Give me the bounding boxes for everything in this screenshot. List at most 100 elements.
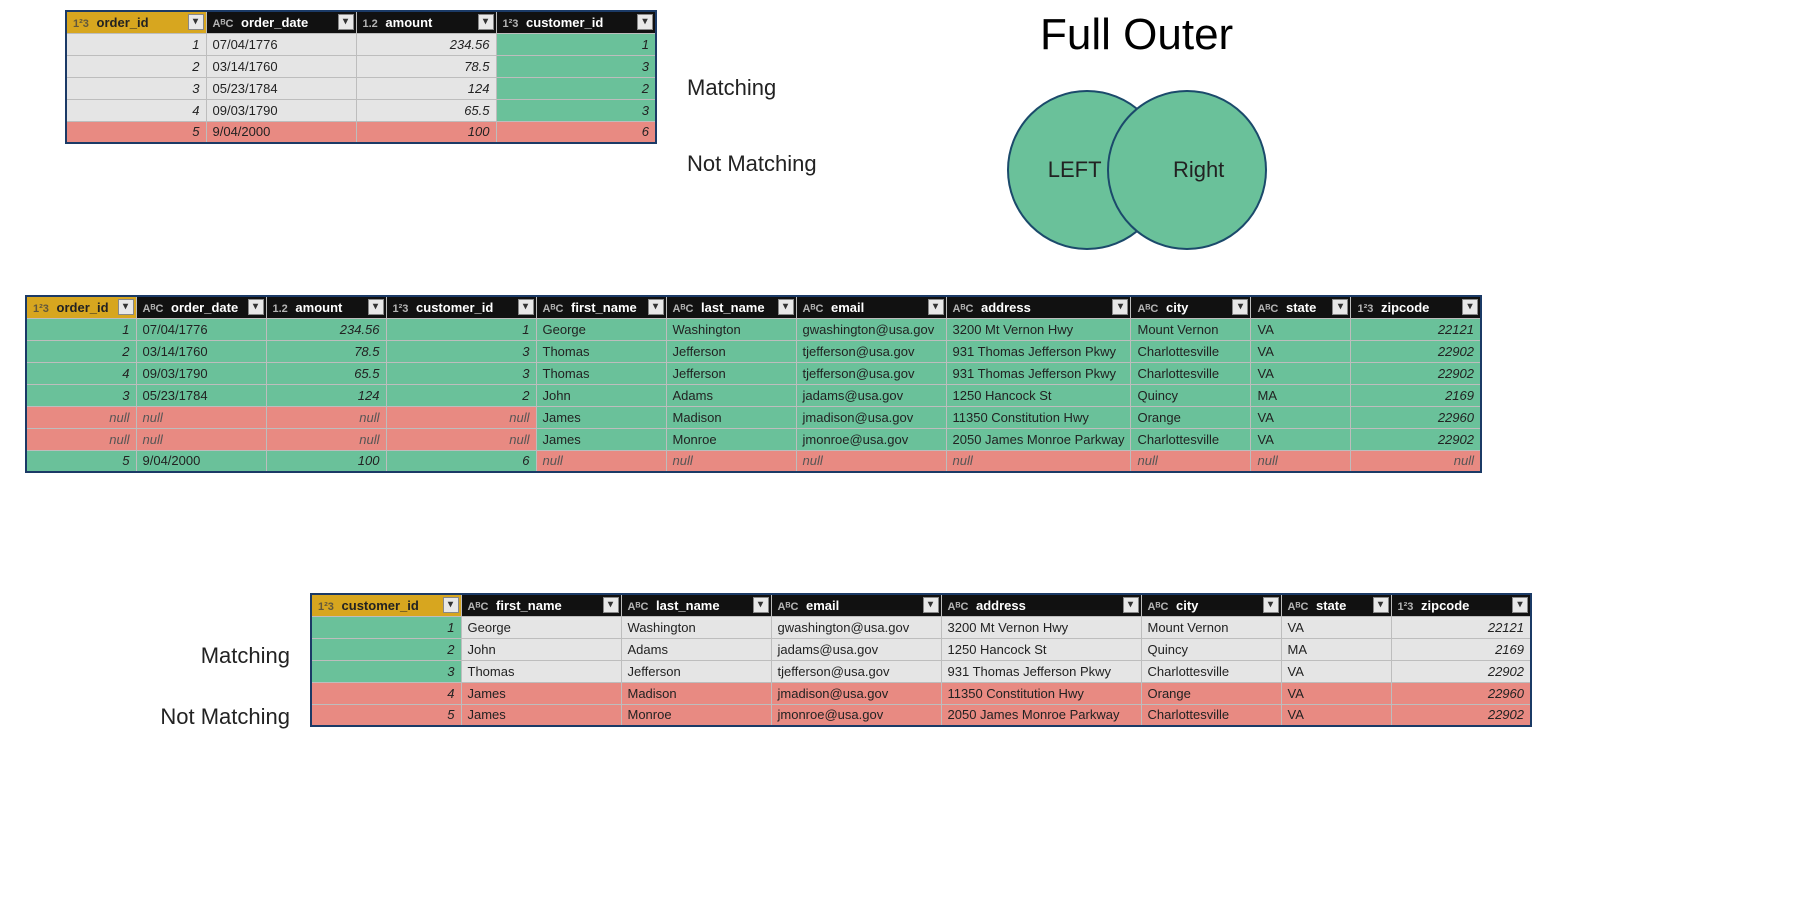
- label-not-matching-bottom: Not Matching: [10, 704, 290, 730]
- cell: Charlottesville: [1131, 362, 1251, 384]
- cell: 2050 James Monroe Parkway: [941, 704, 1141, 726]
- cell: 3: [66, 77, 206, 99]
- cell: 2: [66, 55, 206, 77]
- cell: 1: [311, 616, 461, 638]
- cell: 07/04/1776: [136, 318, 266, 340]
- cell: Jefferson: [666, 340, 796, 362]
- cell: 05/23/1784: [136, 384, 266, 406]
- filter-dropdown-icon[interactable]: ▾: [248, 299, 264, 315]
- filter-dropdown-icon[interactable]: ▾: [338, 14, 354, 30]
- cell: Thomas: [461, 660, 621, 682]
- cell: John: [536, 384, 666, 406]
- filter-dropdown-icon[interactable]: ▾: [478, 14, 494, 30]
- cell: 65.5: [356, 99, 496, 121]
- column-header-email[interactable]: AᴮC email▾: [796, 296, 946, 318]
- cell: Washington: [621, 616, 771, 638]
- column-header-last_name[interactable]: AᴮC last_name▾: [666, 296, 796, 318]
- filter-dropdown-icon[interactable]: ▾: [648, 299, 664, 315]
- cell: null: [136, 406, 266, 428]
- column-header-address[interactable]: AᴮC address▾: [941, 594, 1141, 616]
- cell: jadams@usa.gov: [796, 384, 946, 406]
- column-header-order_date[interactable]: AᴮC order_date▾: [206, 11, 356, 33]
- cell: jmadison@usa.gov: [771, 682, 941, 704]
- column-header-last_name[interactable]: AᴮC last_name▾: [621, 594, 771, 616]
- filter-dropdown-icon[interactable]: ▾: [778, 299, 794, 315]
- column-header-order_id[interactable]: 1²3 order_id▾: [66, 11, 206, 33]
- column-header-email[interactable]: AᴮC email▾: [771, 594, 941, 616]
- cell: 3200 Mt Vernon Hwy: [941, 616, 1141, 638]
- cell: gwashington@usa.gov: [796, 318, 946, 340]
- cell: 1250 Hancock St: [941, 638, 1141, 660]
- cell: VA: [1281, 682, 1391, 704]
- cell: VA: [1251, 428, 1351, 450]
- filter-dropdown-icon[interactable]: ▾: [1373, 597, 1389, 613]
- filter-dropdown-icon[interactable]: ▾: [188, 14, 204, 30]
- column-header-city[interactable]: AᴮC city▾: [1131, 296, 1251, 318]
- column-header-address[interactable]: AᴮC address▾: [946, 296, 1131, 318]
- filter-dropdown-icon[interactable]: ▾: [368, 299, 384, 315]
- column-header-state[interactable]: AᴮC state▾: [1251, 296, 1351, 318]
- filter-dropdown-icon[interactable]: ▾: [518, 299, 534, 315]
- column-header-order_id[interactable]: 1²3 order_id▾: [26, 296, 136, 318]
- type-icon: AᴮC: [628, 601, 649, 613]
- filter-dropdown-icon[interactable]: ▾: [1462, 299, 1478, 315]
- cell: 1: [66, 33, 206, 55]
- type-icon: AᴮC: [468, 601, 489, 613]
- filter-dropdown-icon[interactable]: ▾: [753, 597, 769, 613]
- cell: tjefferson@usa.gov: [771, 660, 941, 682]
- type-icon: 1²3: [73, 18, 89, 30]
- filter-dropdown-icon[interactable]: ▾: [1332, 299, 1348, 315]
- column-header-customer_id[interactable]: 1²3 customer_id▾: [311, 594, 461, 616]
- cell: Orange: [1141, 682, 1281, 704]
- cell: 1: [26, 318, 136, 340]
- type-icon: AᴮC: [673, 303, 694, 315]
- type-icon: 1²3: [503, 18, 519, 30]
- table-row: 305/23/17841242: [66, 77, 656, 99]
- column-header-zipcode[interactable]: 1²3 zipcode▾: [1351, 296, 1481, 318]
- cell: 2169: [1391, 638, 1531, 660]
- cell: null: [26, 428, 136, 450]
- cell: jmadison@usa.gov: [796, 406, 946, 428]
- type-icon: 1²3: [33, 303, 49, 315]
- filter-dropdown-icon[interactable]: ▾: [1263, 597, 1279, 613]
- filter-dropdown-icon[interactable]: ▾: [603, 597, 619, 613]
- table-row: 3ThomasJeffersontjefferson@usa.gov931 Th…: [311, 660, 1531, 682]
- column-header-amount[interactable]: 1.2 amount▾: [266, 296, 386, 318]
- cell: tjefferson@usa.gov: [796, 362, 946, 384]
- type-icon: 1²3: [1357, 303, 1373, 315]
- cell: 9/04/2000: [206, 121, 356, 143]
- filter-dropdown-icon[interactable]: ▾: [923, 597, 939, 613]
- type-icon: AᴮC: [1257, 303, 1278, 315]
- column-header-first_name[interactable]: AᴮC first_name▾: [461, 594, 621, 616]
- type-icon: AᴮC: [543, 303, 564, 315]
- filter-dropdown-icon[interactable]: ▾: [443, 597, 459, 613]
- column-header-state[interactable]: AᴮC state▾: [1281, 594, 1391, 616]
- filter-dropdown-icon[interactable]: ▾: [118, 299, 134, 315]
- cell: 100: [266, 450, 386, 472]
- filter-dropdown-icon[interactable]: ▾: [1112, 299, 1128, 315]
- column-header-city[interactable]: AᴮC city▾: [1141, 594, 1281, 616]
- cell: 4: [26, 362, 136, 384]
- column-header-customer_id[interactable]: 1²3 customer_id▾: [386, 296, 536, 318]
- cell: Washington: [666, 318, 796, 340]
- cell: Charlottesville: [1131, 428, 1251, 450]
- column-header-amount[interactable]: 1.2 amount▾: [356, 11, 496, 33]
- label-matching-top: Matching: [687, 75, 817, 101]
- column-header-first_name[interactable]: AᴮC first_name▾: [536, 296, 666, 318]
- filter-dropdown-icon[interactable]: ▾: [1512, 597, 1528, 613]
- table-row: 1GeorgeWashingtongwashington@usa.gov3200…: [311, 616, 1531, 638]
- filter-dropdown-icon[interactable]: ▾: [1232, 299, 1248, 315]
- column-header-zipcode[interactable]: 1²3 zipcode▾: [1391, 594, 1531, 616]
- cell: VA: [1281, 660, 1391, 682]
- cell: jmonroe@usa.gov: [796, 428, 946, 450]
- column-header-customer_id[interactable]: 1²3 customer_id▾: [496, 11, 656, 33]
- cell: Jefferson: [666, 362, 796, 384]
- cell: null: [666, 450, 796, 472]
- type-icon: 1.2: [363, 18, 378, 30]
- column-header-order_date[interactable]: AᴮC order_date▾: [136, 296, 266, 318]
- cell: Jefferson: [621, 660, 771, 682]
- cell: 2050 James Monroe Parkway: [946, 428, 1131, 450]
- filter-dropdown-icon[interactable]: ▾: [1123, 597, 1139, 613]
- filter-dropdown-icon[interactable]: ▾: [637, 14, 653, 30]
- filter-dropdown-icon[interactable]: ▾: [928, 299, 944, 315]
